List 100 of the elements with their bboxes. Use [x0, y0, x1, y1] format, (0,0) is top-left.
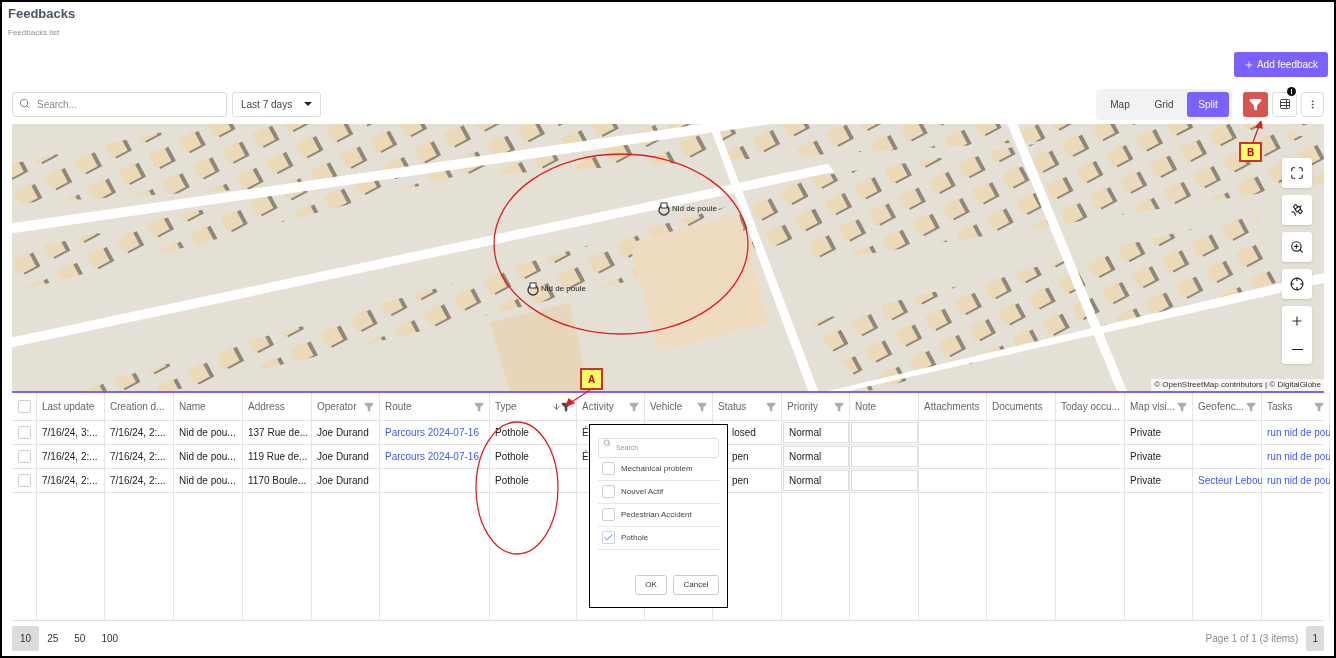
table-cell-text: pen: [732, 474, 749, 488]
filter-icon: [766, 401, 776, 412]
table-link[interactable]: Secteur Lebou: [1198, 473, 1262, 488]
column-header[interactable]: Creation d...: [105, 393, 174, 420]
column-header[interactable]: Attachments: [919, 393, 987, 420]
table-cell-text: pen: [732, 450, 749, 464]
search-field[interactable]: Search...: [12, 92, 227, 117]
table-link[interactable]: run nid de pou: [1267, 473, 1330, 488]
table-edit-icon: [1278, 98, 1291, 110]
column-header[interactable]: Status: [713, 393, 782, 420]
minus-icon: [1291, 348, 1303, 351]
column-header[interactable]: Name: [174, 393, 243, 420]
page-size-button[interactable]: 50: [66, 626, 94, 651]
table-cell: Normal: [783, 422, 849, 443]
column-header[interactable]: Documents: [987, 393, 1056, 420]
search-icon: [603, 439, 611, 447]
table-cell-text: 7/16/24, 2:...: [110, 474, 166, 488]
locate-button[interactable]: [1282, 269, 1312, 299]
filter-option[interactable]: Mechanical problem: [598, 457, 719, 481]
filter-icon: [474, 401, 484, 412]
filter-icon: [364, 401, 374, 412]
filter-icon: [1249, 97, 1262, 111]
table-cell-text: losed: [732, 426, 756, 440]
cancel-button[interactable]: Cancel: [673, 575, 719, 595]
table-cell-text: Pothole: [495, 474, 529, 488]
view-tab[interactable]: Split: [1187, 91, 1229, 117]
marker-icon[interactable]: [657, 202, 671, 216]
table-link[interactable]: Parcours 2024-07-16: [385, 425, 479, 440]
column-header[interactable]: Today occu...: [1056, 393, 1125, 420]
table-cell-text: Pothole: [495, 426, 529, 440]
column-header[interactable]: Route: [380, 393, 490, 420]
marker-icon[interactable]: [526, 282, 540, 296]
table-cell-text: Private: [1130, 474, 1162, 488]
table-cell: Normal: [783, 446, 849, 467]
table-link[interactable]: run nid de pou: [1267, 449, 1330, 464]
column-header[interactable]: Tasks: [1262, 393, 1330, 420]
table-cell-text: 7/16/24, 2:...: [42, 474, 98, 488]
checkbox[interactable]: [18, 450, 31, 463]
filter-button[interactable]: [1243, 91, 1268, 117]
fullscreen-button[interactable]: [1282, 158, 1312, 188]
checkbox[interactable]: [17, 400, 31, 413]
checkbox[interactable]: [18, 474, 31, 487]
view-tab[interactable]: Map: [1099, 91, 1141, 117]
info-badge-icon: [1287, 86, 1296, 96]
sort-icon: [552, 402, 561, 411]
column-header[interactable]: Geofenc...: [1193, 393, 1262, 420]
filter-icon: [834, 401, 844, 412]
filter-option[interactable]: Pothole: [598, 526, 719, 550]
fullscreen-icon: [1290, 166, 1304, 180]
column-header[interactable]: Last update: [37, 393, 105, 420]
column-header[interactable]: Address: [243, 393, 312, 420]
checkbox[interactable]: [602, 508, 615, 521]
checkbox[interactable]: [602, 531, 615, 544]
filter-icon: [1246, 401, 1256, 412]
note-field[interactable]: [851, 470, 918, 491]
table-cell-text: Joe Durand: [317, 450, 369, 464]
page-button[interactable]: 1: [1306, 626, 1324, 651]
column-header[interactable]: Activity: [577, 393, 645, 420]
table-cell: Normal: [783, 470, 849, 491]
column-header[interactable]: Vehicle: [645, 393, 713, 420]
add-feedback-button[interactable]: Add feedback: [1234, 52, 1328, 77]
table-cell-text: Nid de pou...: [179, 450, 236, 464]
table-link[interactable]: run nid de pou: [1267, 425, 1330, 440]
note-field[interactable]: [851, 446, 918, 467]
table-cell-text: 119 Rue de...: [248, 450, 308, 464]
table-cell-text: Nid de pou...: [179, 426, 236, 440]
filter-icon: [697, 401, 707, 412]
page-size-button[interactable]: 100: [93, 626, 127, 651]
table-cell: É: [582, 425, 589, 440]
table-link[interactable]: Parcours 2024-07-16: [385, 449, 479, 464]
page-title: Feedbacks: [8, 5, 77, 23]
marker-label: Nid de poule: [672, 203, 717, 215]
map-attribution: © OpenStreetMap contributors | © DigitalGlobe: [1151, 379, 1324, 391]
table-cell-text: Private: [1130, 426, 1162, 440]
filter-icon: [629, 401, 639, 412]
column-header[interactable]: Note: [850, 393, 919, 420]
page-size-button[interactable]: 10: [12, 626, 40, 651]
plus-icon: [1290, 313, 1304, 328]
column-header[interactable]: Map visi...: [1125, 393, 1193, 420]
ok-button[interactable]: OK: [635, 575, 667, 595]
checkbox[interactable]: [602, 485, 615, 498]
table-cell-text: 137 Rue de...: [248, 426, 309, 440]
filter-option[interactable]: Pedestrian Accident: [598, 503, 719, 527]
dropdown-caret-icon: [304, 102, 312, 106]
column-header[interactable]: Priority: [782, 393, 850, 420]
period-dropdown[interactable]: Last 7 days: [232, 91, 321, 117]
marker-label: Nid de poule: [541, 283, 586, 295]
zoom-search-button[interactable]: [1282, 232, 1312, 262]
filter-option[interactable]: Nouvel Actif: [598, 480, 719, 504]
column-header[interactable]: Operator: [312, 393, 380, 420]
table-cell-text: 7/16/24, 2:...: [42, 450, 98, 464]
magnifier-icon: [1290, 240, 1304, 254]
page-size-button[interactable]: 25: [39, 626, 67, 651]
callout-label: A: [580, 368, 603, 390]
checkbox[interactable]: [602, 462, 615, 475]
table-cell-text: Joe Durand: [317, 426, 369, 440]
checkbox[interactable]: [18, 426, 31, 439]
satellite-button[interactable]: [1282, 195, 1312, 225]
note-field[interactable]: [851, 422, 918, 443]
view-tab[interactable]: Grid: [1143, 91, 1185, 117]
